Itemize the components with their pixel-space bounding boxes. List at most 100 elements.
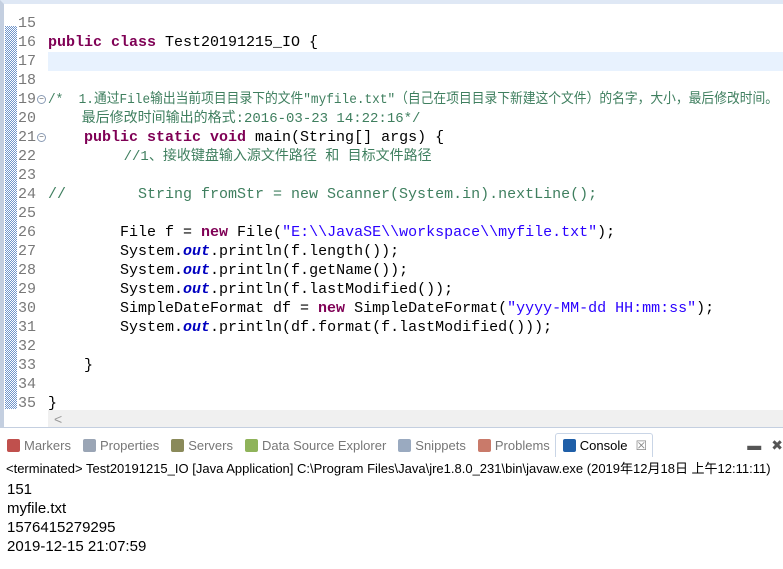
code-token: new (318, 300, 355, 317)
code-line[interactable]: 30 SimpleDateFormat df = new SimpleDateF… (4, 299, 783, 318)
code-line[interactable]: 34 (4, 375, 783, 394)
code-token: System. (48, 243, 184, 260)
code-line[interactable]: 25 (4, 204, 783, 223)
code-line[interactable]: 21− public static void main(String[] arg… (4, 128, 783, 147)
code-line[interactable]: 20 最后修改时间输出的格式:2016-03-23 14:22:16*/ (4, 109, 783, 128)
code-token: File f = (48, 224, 202, 241)
code-token: SimpleDateFormat df = (48, 300, 319, 317)
code-line[interactable]: 33 } (4, 356, 783, 375)
tab-label: Markers (24, 437, 71, 453)
code-token: out (183, 281, 211, 298)
panel-controls: ▬ ✖ (747, 437, 783, 454)
servers-icon (171, 438, 185, 452)
line-number: 25 (18, 205, 37, 222)
tab-label: Servers (188, 437, 233, 453)
properties-icon (82, 438, 96, 452)
line-number: 18 (18, 72, 37, 89)
line-number: 30 (18, 300, 37, 317)
line-number: 28 (18, 262, 37, 279)
code-comment: 最后修改时间输出的格式:2016-03-23 14:22:16*/ (48, 111, 421, 127)
code-token: System. (48, 319, 184, 336)
tab-servers[interactable]: Servers (164, 433, 238, 457)
code-editor[interactable]: 15 16 public class Test20191215_IO {17 18 19… (0, 0, 783, 428)
tab-label: Console (579, 438, 628, 453)
line-number: 35 (18, 395, 37, 412)
tab-console[interactable]: Console ☒ (554, 433, 654, 457)
code-comment: //1、接收键盘输入源文件路径 和 目标文件路径 (48, 149, 432, 165)
code-line[interactable]: 31 System.out.println(df.format(f.lastMo… (4, 318, 783, 337)
tab-label: Problems (494, 437, 550, 453)
code-token: out (183, 319, 211, 336)
code-token: public static void (48, 129, 256, 146)
horizontal-scrollbar[interactable]: < (48, 410, 783, 427)
code-token: .println(f.lastModified()); (210, 281, 454, 298)
code-token: .println(f.getName()); (210, 262, 409, 279)
line-number: 34 (18, 376, 37, 393)
code-line[interactable]: 29 System.out.println(f.lastModified()); (4, 280, 783, 299)
tab-snippets[interactable]: Snippets (391, 433, 471, 457)
line-number: 26 (18, 224, 37, 241)
code-token: } (48, 357, 94, 374)
code-token: .println(f.length()); (210, 243, 400, 260)
tab-properties[interactable]: Properties (76, 433, 164, 457)
problems-icon (477, 438, 491, 452)
data-source-icon (245, 438, 258, 452)
line-number: 24 (18, 186, 37, 203)
tab-markers[interactable]: Markers (0, 433, 76, 457)
tab-problems[interactable]: Problems (471, 433, 555, 457)
line-number: 22 (18, 148, 37, 165)
code-line[interactable]: 24 // String fromStr = new Scanner(System… (4, 185, 783, 204)
code-token: public class (48, 34, 166, 51)
code-token: out (183, 243, 211, 260)
code-token: main(String[] args) { (255, 129, 445, 146)
code-token: out (183, 262, 211, 279)
close-panel-icon[interactable]: ✖ (771, 437, 783, 454)
code-token: ); (597, 224, 616, 241)
line-number: 29 (18, 281, 37, 298)
line-number: 23 (18, 167, 37, 184)
code-line[interactable]: 16 public class Test20191215_IO { (4, 33, 783, 52)
line-number: 27 (18, 243, 37, 260)
line-number: 32 (18, 338, 37, 355)
code-line[interactable]: 28 System.out.println(f.getName()); (4, 261, 783, 280)
code-token: File( (237, 224, 283, 241)
code-line[interactable]: 26 File f = new File("E:\\JavaSE\\worksp… (4, 223, 783, 242)
code-line[interactable]: 18 (4, 71, 783, 90)
code-token: "yyyy-MM-dd HH:mm:ss" (507, 300, 697, 317)
fold-toggle-icon[interactable]: − (37, 95, 46, 104)
console-line: myfile.txt (7, 500, 67, 517)
line-number: 33 (18, 357, 37, 374)
code-line[interactable]: 23 (4, 166, 783, 185)
tab-label: Properties (99, 437, 160, 453)
tab-data-source-explorer[interactable]: Data Source Explorer (238, 433, 391, 457)
console-output[interactable]: 151 myfile.txt 1576415279295 2019-12-15 21:… (7, 480, 146, 556)
line-number: 15 (18, 15, 37, 32)
tab-label: Data Source Explorer (262, 437, 387, 453)
line-number: 20 (18, 110, 37, 127)
code-line[interactable]: 15 (4, 14, 783, 33)
console-line: 151 (7, 481, 33, 498)
fold-toggle-icon[interactable]: − (37, 133, 46, 142)
code-token: Test20191215_IO { (165, 34, 319, 51)
markers-icon (7, 438, 20, 452)
code-line[interactable]: 32 (4, 337, 783, 356)
minimize-icon[interactable]: ▬ (747, 437, 761, 454)
console-icon (562, 439, 576, 452)
code-token: System. (48, 281, 184, 298)
scroll-left-icon[interactable]: < (54, 411, 62, 427)
panel-tabs: Markers Properties Servers Data Source Expl… (0, 433, 783, 457)
code-comment: // String fromStr = new Scanner(System.i… (48, 186, 598, 203)
tab-label: Snippets (415, 437, 466, 453)
code-line[interactable]: 17 (4, 52, 783, 71)
line-number: 31 (18, 319, 37, 336)
code-comment: /* 1.通过File输出当前项目目录下的文件"myfile.txt"（自己在项… (48, 92, 778, 108)
code-line[interactable]: 19−/* 1.通过File输出当前项目目录下的文件"myfile.txt"（自… (4, 90, 783, 109)
code-line[interactable]: 22 //1、接收键盘输入源文件路径 和 目标文件路径 (4, 147, 783, 166)
code-line[interactable]: 27 System.out.println(f.length()); (4, 242, 783, 261)
close-tab-icon[interactable]: ☒ (636, 438, 648, 454)
code-token: SimpleDateFormat( (354, 300, 508, 317)
line-number: 16 (18, 34, 37, 51)
console-line: 2019-12-15 21:07:59 (7, 538, 147, 555)
code-token: "E:\\JavaSE\\workspace\\myfile.txt" (282, 224, 598, 241)
console-line: 1576415279295 (7, 519, 116, 536)
